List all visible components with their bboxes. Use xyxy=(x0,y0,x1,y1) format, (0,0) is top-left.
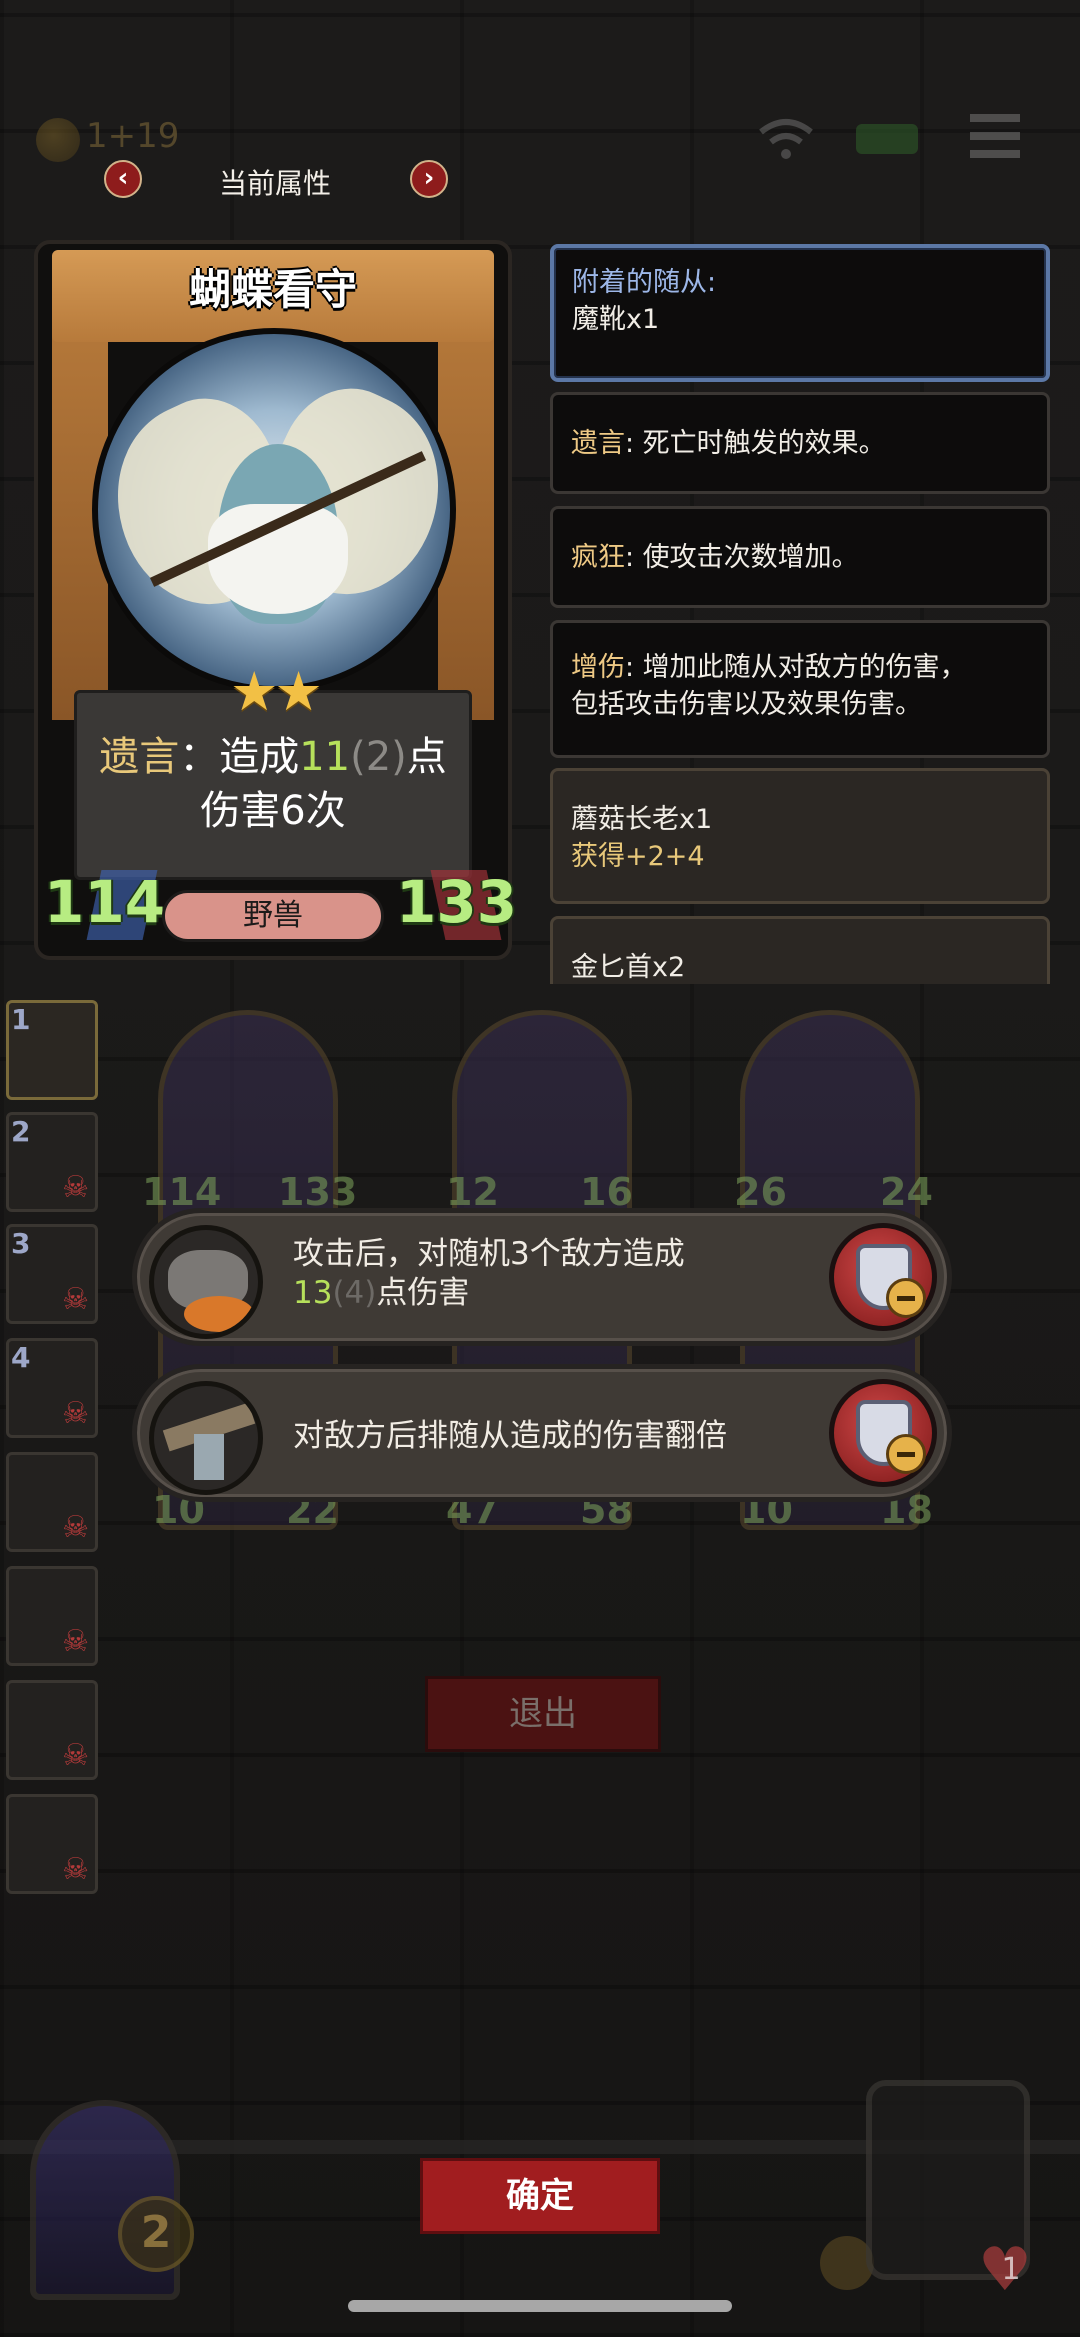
ability-text-line: 点伤害 xyxy=(376,1275,470,1311)
keyword-name: 遗言 xyxy=(571,428,625,459)
attached-label: 附着的随从: xyxy=(572,267,717,298)
skull-icon: ☠ xyxy=(62,1396,89,1431)
icon-shape xyxy=(184,1296,254,1332)
menu-icon[interactable] xyxy=(970,114,1020,158)
coin-count: 1+19 xyxy=(86,116,180,156)
desc-text: 点 xyxy=(406,734,447,780)
desc-colon: ： xyxy=(179,734,220,780)
keyword-text: : 死亡时触发的效果。 xyxy=(625,428,886,459)
health-value: 133 xyxy=(396,868,518,936)
slot-number: 3 xyxy=(11,1227,31,1260)
card-name: 蝴蝶看守 xyxy=(188,265,357,314)
prev-attribute-button[interactable]: ‹ xyxy=(104,160,142,198)
card-description: 遗言：造成11(2)点 伤害6次 xyxy=(74,730,472,838)
crown-coin-icon xyxy=(36,118,80,162)
minion-roster: 1 2 ☠ 3 ☠ 4 ☠ ☠ ☠ ☠ ☠ xyxy=(0,998,100,1908)
buff-item-name: 金匕首x2 xyxy=(571,952,686,983)
minus-icon xyxy=(886,1434,926,1474)
keyword-text: : 增加此随从对敌方的伤害， xyxy=(625,652,967,683)
desc-text: 造成 xyxy=(219,734,300,780)
attack-value: 114 xyxy=(44,868,166,936)
home-indicator[interactable] xyxy=(348,2300,732,2312)
keyword-name: 疯狂 xyxy=(571,542,625,573)
roster-slot[interactable]: ☠ xyxy=(6,1680,98,1780)
damage-bonus: (2) xyxy=(350,734,407,780)
keyword-text: : 使攻击次数增加。 xyxy=(625,542,859,573)
portal-level-badge: 2 xyxy=(118,2196,194,2272)
keyword-panel-damage-up: 增伤: 增加此随从对敌方的伤害， 包括攻击伤害以及效果伤害。 xyxy=(550,620,1050,758)
slot-number: 4 xyxy=(11,1341,31,1374)
buff-item-panel: 金匕首x2 xyxy=(550,916,1050,984)
skull-icon: ☠ xyxy=(62,1510,89,1545)
buff-item-gain: 获得+2+4 xyxy=(571,841,705,872)
minus-icon xyxy=(886,1278,926,1318)
roster-slot[interactable]: 4 ☠ xyxy=(6,1338,98,1438)
ability-text-line: 对敌方后排随从造成的伤害翻倍 xyxy=(293,1418,727,1454)
slot-number: 2 xyxy=(11,1115,31,1148)
buff-item-panel: 蘑菇长老x1 获得+2+4 xyxy=(550,768,1050,904)
butterfly-guardian-portrait xyxy=(92,328,456,692)
attached-minion-panel[interactable]: 附着的随从: 魔靴x1 xyxy=(550,244,1050,382)
skull-icon: ☠ xyxy=(62,1282,89,1317)
skull-icon: ☠ xyxy=(62,1852,89,1887)
star-rating-icon: ★★ xyxy=(230,660,323,723)
cannon-fire-icon xyxy=(149,1225,263,1339)
attached-value: 魔靴x1 xyxy=(572,304,660,335)
minion-card: 蝴蝶看守 ★★ 遗言：造成11(2)点 伤害6次 114 野兽 133 xyxy=(34,240,517,960)
damage-value: 11 xyxy=(299,734,351,780)
ability-bonus: (4) xyxy=(332,1275,377,1311)
ability-row: 对敌方后排随从造成的伤害翻倍 xyxy=(132,1364,952,1502)
type-badge: 野兽 xyxy=(162,890,384,942)
roster-slot[interactable]: 2 ☠ xyxy=(6,1112,98,1212)
chevron-right-icon: › xyxy=(423,163,435,193)
remove-ability-button[interactable] xyxy=(829,1379,937,1487)
skull-icon: ☠ xyxy=(62,1624,89,1659)
roster-slot[interactable]: ☠ xyxy=(6,1452,98,1552)
ability-damage: 13 xyxy=(293,1275,333,1311)
keyword-text-line-2: 包括攻击伤害以及效果伤害。 xyxy=(571,689,922,720)
keyword-panel-deathrattle: 遗言: 死亡时触发的效果。 xyxy=(550,392,1050,494)
keyword-name: 增伤 xyxy=(571,652,625,683)
battery-icon xyxy=(856,124,918,154)
hero-health: 1 xyxy=(1001,2252,1021,2287)
next-attribute-button[interactable]: › xyxy=(410,160,448,198)
desc-line-2: 伤害6次 xyxy=(200,788,346,834)
keyword-panel-frenzy: 疯狂: 使攻击次数增加。 xyxy=(550,506,1050,608)
remove-ability-button[interactable] xyxy=(829,1223,937,1331)
ability-description: 攻击后，对随机3个敌方造成 13(4)点伤害 xyxy=(293,1235,685,1313)
confirm-button[interactable]: 确定 xyxy=(420,2158,660,2234)
ability-text-line: 攻击后，对随机3个敌方造成 xyxy=(293,1236,685,1272)
roster-slot[interactable]: 1 xyxy=(6,1000,98,1100)
ballista-icon xyxy=(149,1381,263,1495)
roster-slot[interactable]: ☠ xyxy=(6,1794,98,1894)
page-title: 当前属性 xyxy=(218,167,331,200)
wifi-icon xyxy=(759,119,813,159)
ability-row: 攻击后，对随机3个敌方造成 13(4)点伤害 xyxy=(132,1208,952,1346)
roster-slot[interactable]: 3 ☠ xyxy=(6,1224,98,1324)
roster-slot[interactable]: ☠ xyxy=(6,1566,98,1666)
exit-button[interactable]: 退出 xyxy=(425,1676,661,1752)
chevron-left-icon: ‹ xyxy=(117,163,129,193)
slot-number: 1 xyxy=(11,1003,31,1036)
skull-icon: ☠ xyxy=(62,1738,89,1773)
keyword-deathrattle: 遗言 xyxy=(99,734,180,780)
skull-icon: ☠ xyxy=(62,1170,89,1205)
icon-shape xyxy=(194,1434,224,1480)
ability-description: 对敌方后排随从造成的伤害翻倍 xyxy=(293,1417,727,1456)
buff-item-name: 蘑菇长老x1 xyxy=(571,804,713,835)
